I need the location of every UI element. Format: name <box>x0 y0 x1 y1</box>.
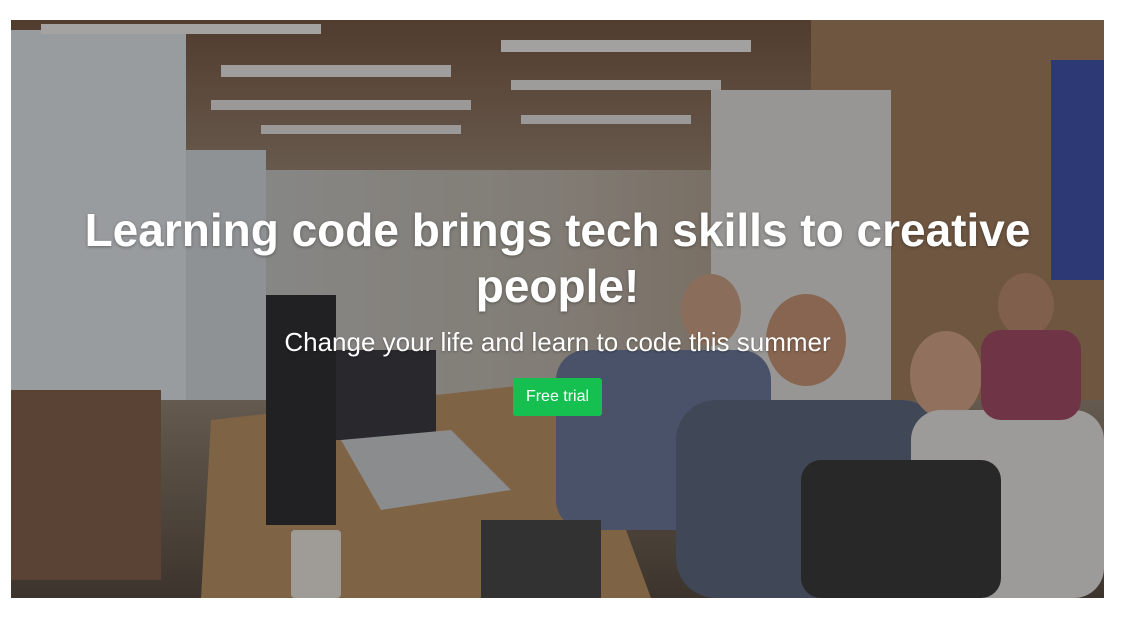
hero-content: Learning code brings tech skills to crea… <box>51 202 1064 416</box>
hero-banner: Learning code brings tech skills to crea… <box>11 20 1104 598</box>
free-trial-button[interactable]: Free trial <box>512 378 603 416</box>
hero-title: Learning code brings tech skills to crea… <box>84 204 1031 312</box>
hero-subtitle: Change your life and learn to code this … <box>284 327 831 357</box>
